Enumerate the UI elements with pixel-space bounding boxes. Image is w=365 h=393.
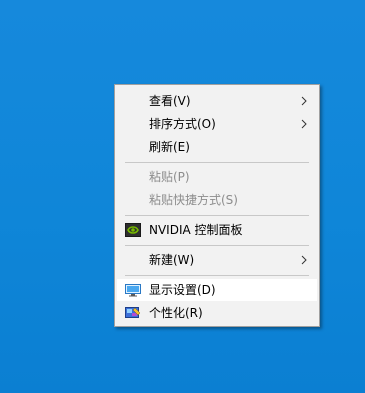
menu-separator	[125, 245, 309, 246]
menu-item-label: 粘贴快捷方式(S)	[149, 193, 238, 207]
menu-separator	[125, 215, 309, 216]
menu-item-label: 查看(V)	[149, 94, 191, 108]
chevron-right-icon	[301, 255, 307, 265]
chevron-right-icon	[301, 96, 307, 106]
menu-separator	[125, 275, 309, 276]
menu-item-personalize[interactable]: 个性化(R)	[117, 302, 317, 324]
menu-item-display-settings[interactable]: 显示设置(D)	[117, 279, 317, 301]
menu-item-paste[interactable]: 粘贴(P)	[117, 166, 317, 188]
desktop-background[interactable]: 查看(V) 排序方式(O) 刷新(E) 粘贴(P) 粘贴快捷方式(S) NVID…	[0, 0, 365, 393]
menu-item-label: NVIDIA 控制面板	[149, 223, 243, 237]
menu-item-view[interactable]: 查看(V)	[117, 90, 317, 112]
menu-item-label: 排序方式(O)	[149, 117, 216, 131]
menu-separator	[125, 162, 309, 163]
menu-item-sort-by[interactable]: 排序方式(O)	[117, 113, 317, 135]
menu-item-refresh[interactable]: 刷新(E)	[117, 136, 317, 158]
menu-item-label: 刷新(E)	[149, 140, 190, 154]
personalize-icon	[125, 307, 141, 318]
desktop-context-menu: 查看(V) 排序方式(O) 刷新(E) 粘贴(P) 粘贴快捷方式(S) NVID…	[114, 84, 320, 327]
menu-item-label: 新建(W)	[149, 253, 195, 267]
display-icon	[125, 284, 141, 297]
nvidia-icon	[125, 223, 141, 237]
chevron-right-icon	[301, 119, 307, 129]
menu-item-label: 个性化(R)	[149, 306, 203, 320]
menu-item-label: 粘贴(P)	[149, 170, 190, 184]
menu-item-nvidia-control-panel[interactable]: NVIDIA 控制面板	[117, 219, 317, 241]
menu-item-label: 显示设置(D)	[149, 283, 216, 297]
menu-item-paste-shortcut[interactable]: 粘贴快捷方式(S)	[117, 189, 317, 211]
menu-item-new[interactable]: 新建(W)	[117, 249, 317, 271]
